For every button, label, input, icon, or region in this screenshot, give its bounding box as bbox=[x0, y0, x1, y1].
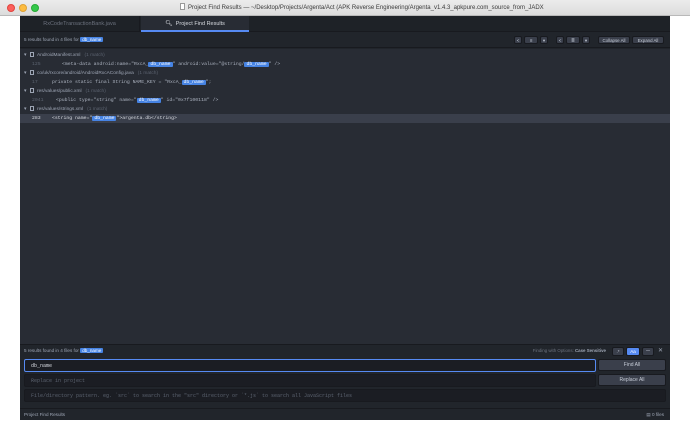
file-path: co/uk/rxcore/android/AndroidRxcAConfig.j… bbox=[37, 71, 134, 76]
match-count: (1 match) bbox=[84, 53, 105, 58]
result-match[interactable]: 2041 <public type="string" name=" db_name "… bbox=[20, 96, 670, 105]
tab-label: Project Find Results bbox=[175, 21, 225, 27]
window-title-text: Project Find Results — ~/Desktop/Project… bbox=[188, 5, 544, 11]
replace-input[interactable]: Replace in project bbox=[24, 374, 596, 387]
match-highlight: db_name bbox=[181, 80, 206, 85]
file-icon bbox=[30, 88, 34, 93]
status-files: 0 files bbox=[651, 412, 664, 417]
result-file[interactable]: ▾ AndroidManifest.xml (1 match) bbox=[20, 51, 670, 60]
match-text: " /> bbox=[268, 62, 281, 67]
maximize-window-button[interactable] bbox=[31, 4, 39, 12]
find-options-label: Finding with Options: Case Sensitive bbox=[533, 348, 606, 353]
summary-query: db_name bbox=[80, 37, 104, 42]
paths-input[interactable]: File/directory pattern. eg. `src` to sea… bbox=[24, 389, 666, 402]
match-highlight: db_name bbox=[136, 98, 161, 103]
status-right[interactable]: ▤ 0 files bbox=[646, 412, 664, 418]
context-lines-button[interactable]: ≣ bbox=[566, 36, 580, 44]
tab-bar: RxCodeTransactionBank.java 🔍︎ Project Fin… bbox=[20, 16, 670, 32]
match-text: " android:value="@string/ bbox=[172, 62, 245, 67]
status-left[interactable]: Project Find Results bbox=[24, 412, 65, 417]
match-text: <string name=" bbox=[52, 116, 93, 121]
file-icon bbox=[30, 106, 34, 111]
expand-all-button[interactable]: Expand All bbox=[632, 36, 664, 44]
match-text: ">argenta.db</string> bbox=[116, 116, 177, 121]
summary-text: 5 results found in 4 files for bbox=[24, 37, 79, 42]
match-count: (1 match) bbox=[85, 89, 106, 94]
match-text: <public type="string" name=" bbox=[56, 98, 137, 103]
tab-label: RxCodeTransactionBank.java bbox=[43, 21, 116, 27]
close-window-button[interactable] bbox=[7, 4, 15, 12]
match-text: " id="0x7f100118" /> bbox=[160, 98, 219, 103]
close-icon[interactable]: ✕ bbox=[658, 347, 663, 354]
find-all-button[interactable]: Find All bbox=[598, 359, 666, 371]
search-icon: 🔍︎ bbox=[165, 21, 173, 27]
line-number: 125 bbox=[32, 62, 41, 67]
app-window: Project Find Results — ~/Desktop/Project… bbox=[0, 0, 690, 446]
line-number: 2041 bbox=[32, 98, 44, 103]
regex-toggle[interactable]: .* bbox=[612, 347, 624, 356]
result-match-selected[interactable]: 283 <string name=" db_name ">argenta.db</st… bbox=[20, 114, 670, 123]
file-icon bbox=[30, 52, 34, 57]
line-number: 17 bbox=[32, 80, 38, 85]
match-highlight: db_name bbox=[244, 62, 269, 67]
result-match[interactable]: 17 private static final String NAME_KEY =… bbox=[20, 78, 670, 87]
minimize-window-button[interactable] bbox=[19, 4, 27, 12]
summary-query: db_name bbox=[80, 348, 104, 353]
match-count: (1 match) bbox=[87, 107, 108, 112]
match-highlight: db_name bbox=[92, 116, 117, 121]
tab-project-find-results[interactable]: 🔍︎ Project Find Results bbox=[141, 16, 249, 32]
result-file[interactable]: ▾ res/values/public.xml (1 match) bbox=[20, 87, 670, 96]
results-list: ▾ AndroidManifest.xml (1 match) 125 <meta-d… bbox=[20, 49, 670, 344]
results-summary: 5 results found in 4 files for db_name bbox=[24, 37, 104, 42]
prev-match-button[interactable]: < bbox=[556, 36, 564, 44]
case-sensitive-toggle[interactable]: Aa bbox=[626, 347, 640, 356]
file-path: AndroidManifest.xml bbox=[37, 53, 81, 58]
file-path: res/values/public.xml bbox=[37, 89, 82, 94]
result-match[interactable]: 125 <meta-data android:name="RxcA_ db_name… bbox=[20, 60, 670, 69]
tab-rxcode-transaction[interactable]: RxCodeTransactionBank.java bbox=[20, 16, 140, 32]
result-file[interactable]: ▾ co/uk/rxcore/android/AndroidRxcAConfig.… bbox=[20, 69, 670, 78]
results-header: 5 results found in 4 files for db_name <… bbox=[20, 32, 670, 48]
line-number: 283 bbox=[32, 116, 41, 121]
options-text: Finding with Options: bbox=[532, 348, 574, 353]
options-value: Case Sensitive bbox=[575, 348, 606, 353]
file-path: res/values/strings.xml bbox=[37, 107, 84, 112]
status-bar: Project Find Results ▤ 0 files bbox=[20, 408, 670, 420]
match-text: <meta-data android:name="RxcA_ bbox=[62, 62, 149, 67]
match-highlight: db_name bbox=[148, 62, 173, 67]
replace-all-button[interactable]: Replace All bbox=[598, 374, 666, 386]
window-title: Project Find Results — ~/Desktop/Project… bbox=[180, 3, 544, 11]
context-lines-dropdown[interactable]: ▾ bbox=[582, 36, 590, 44]
list-view-dropdown[interactable]: ▾ bbox=[540, 36, 548, 44]
whole-word-toggle[interactable]: "" bbox=[642, 347, 654, 356]
summary-text: 5 results found in 4 files for bbox=[24, 348, 79, 353]
file-icon bbox=[30, 70, 34, 75]
find-input[interactable]: db_name bbox=[24, 359, 596, 372]
match-count: (1 match) bbox=[137, 71, 159, 76]
match-text: "; bbox=[205, 80, 212, 85]
list-view-button[interactable]: ≡ bbox=[524, 36, 538, 44]
find-summary: 5 results found in 4 files for db_name bbox=[24, 348, 104, 353]
match-text: private static final String NAME_KEY = "… bbox=[52, 80, 182, 85]
result-file[interactable]: ▾ res/values/strings.xml (1 match) bbox=[20, 105, 670, 114]
collapse-all-button[interactable]: Collapse All bbox=[598, 36, 630, 44]
editor: RxCodeTransactionBank.java 🔍︎ Project Fin… bbox=[20, 16, 670, 420]
title-bar: Project Find Results — ~/Desktop/Project… bbox=[0, 0, 690, 16]
document-icon bbox=[180, 3, 185, 10]
prev-button[interactable]: < bbox=[514, 36, 522, 44]
